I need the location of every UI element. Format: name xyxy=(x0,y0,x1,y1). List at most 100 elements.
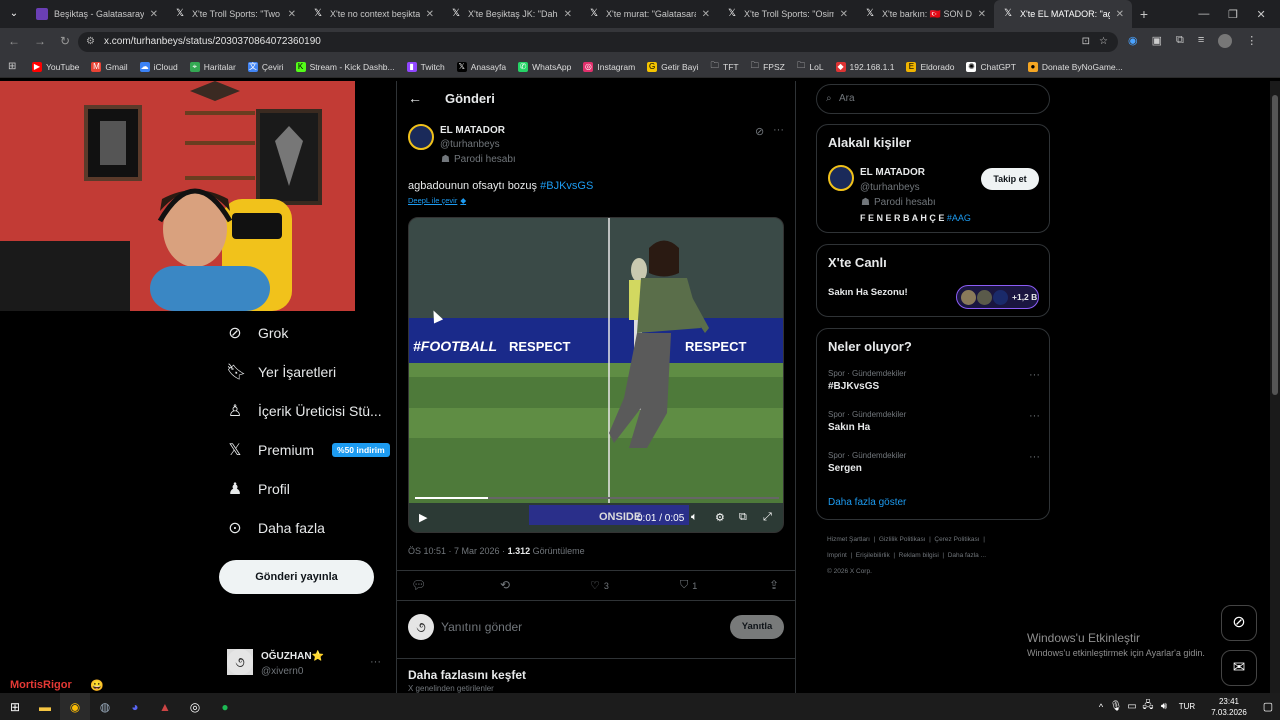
forward-icon[interactable]: → xyxy=(34,34,46,48)
nav-creator-studio[interactable]: ♙ İçerik Üreticisi Stü... xyxy=(226,401,382,421)
account-menu-icon[interactable]: ··· xyxy=(370,656,381,668)
search-input[interactable]: ⌕ Ara xyxy=(816,84,1050,114)
trend-item[interactable]: Spor · Gündemdekiler #BJKvsGS ··· xyxy=(828,369,1040,392)
post-button[interactable]: Gönderi yayınla xyxy=(219,560,374,594)
browser-tab[interactable]: 𝕏X'te Troll Sports: "Osimhe✕ xyxy=(718,0,856,28)
play-icon[interactable]: ▶ xyxy=(419,511,427,524)
maximize-icon[interactable]: ❐ xyxy=(1228,8,1238,21)
kebab-menu-icon[interactable]: ⋮ xyxy=(1246,34,1257,48)
footer-link[interactable]: Daha fazla ... xyxy=(948,552,986,559)
bookmark-folder[interactable]: 🗀 TFT xyxy=(711,60,739,74)
settings-icon[interactable]: ⚙ xyxy=(715,511,725,524)
close-tab-icon[interactable]: ✕ xyxy=(288,9,296,20)
network-icon[interactable]: 🖧 xyxy=(1140,693,1156,720)
obs-icon[interactable]: ◎ xyxy=(180,693,210,720)
close-tab-icon[interactable]: ✕ xyxy=(564,9,572,20)
grok-float-icon[interactable]: ⊘ xyxy=(1221,605,1257,641)
browser-tab[interactable]: 𝕏X'te barkın: 🇹🇷 SON DAK✕ xyxy=(856,0,994,28)
discord-icon[interactable]: ◕ xyxy=(120,693,150,720)
bookmark-item[interactable]: ☁ iCloud xyxy=(139,61,178,72)
extensions-icon[interactable]: ⧉ xyxy=(1176,34,1184,48)
browser-tab[interactable]: Beşiktaş - Galatasaray Ma✕ xyxy=(28,0,166,28)
browser-tab[interactable]: 𝕏X'te Beşiktaş JK: "Daha ne✕ xyxy=(442,0,580,28)
reply-button[interactable]: Yanıtla xyxy=(730,615,784,639)
bookmark-item[interactable]: ✺ ChatGPT xyxy=(966,61,1016,72)
close-window-icon[interactable]: ✕ xyxy=(1256,8,1265,21)
trend-menu-icon[interactable]: ··· xyxy=(1029,451,1040,463)
tray-chevron-icon[interactable]: ^ xyxy=(1094,693,1108,720)
close-tab-icon[interactable]: ✕ xyxy=(978,9,986,20)
language-indicator[interactable]: TUR xyxy=(1172,693,1202,720)
volume-tray-icon[interactable]: 🔊︎ xyxy=(1156,693,1172,720)
video-player[interactable]: #FOOTBALL RESPECT RESPECT ONSIDE ▶ 0:01 … xyxy=(408,217,784,533)
footer-link[interactable]: Çerez Politikası xyxy=(934,536,979,543)
install-icon[interactable]: ⊡ xyxy=(1082,32,1090,52)
reply-input[interactable]: Yanıtını gönder xyxy=(441,620,522,634)
related-name[interactable]: EL MATADOR xyxy=(860,167,925,178)
bookmark-item[interactable]: 文 Çeviri xyxy=(247,61,284,72)
microphone-icon[interactable]: 🎙︎ xyxy=(1108,693,1124,720)
bookmark-folder[interactable]: 🗀 LoL xyxy=(797,60,824,74)
close-tab-icon[interactable]: ✕ xyxy=(426,9,434,20)
repost-icon[interactable]: ⟲ xyxy=(500,578,510,592)
related-avatar[interactable] xyxy=(828,165,854,191)
footer-link[interactable]: Erişilebilirlik xyxy=(856,552,890,559)
author-name[interactable]: EL MATADOR xyxy=(440,125,505,136)
bookmark-item[interactable]: M Gmail xyxy=(91,61,128,72)
bookmark-item[interactable]: ▮ Twitch xyxy=(406,61,445,72)
profile-avatar[interactable] xyxy=(1218,34,1233,48)
nav-premium[interactable]: 𝕏 Premium %50 indirim xyxy=(226,440,390,460)
like-button[interactable]: ♡ 3 xyxy=(590,579,609,592)
bookmark-button[interactable]: ⛉ 1 xyxy=(680,579,697,592)
footer-link[interactable]: Hizmet Şartları xyxy=(827,536,870,543)
nav-grok[interactable]: ⊘ Grok xyxy=(226,323,288,343)
app-icon[interactable]: ▲ xyxy=(150,693,180,720)
monitor-icon[interactable]: ▭ xyxy=(1124,693,1140,720)
bookmark-item[interactable]: ◆ 192.168.1.1 xyxy=(835,61,894,72)
bookmark-item[interactable]: ▶ YouTube xyxy=(32,61,79,72)
bookmark-folder[interactable]: 🗀 FPSZ xyxy=(751,60,785,74)
close-tab-icon[interactable]: ✕ xyxy=(702,9,710,20)
nav-bookmarks[interactable]: 🔖︎ Yer İşaretleri xyxy=(226,362,336,382)
live-listeners-pill[interactable]: +1,2 B xyxy=(956,285,1039,309)
extension-icon[interactable]: ◉ xyxy=(1128,34,1138,48)
close-tab-icon[interactable]: ✕ xyxy=(840,9,848,20)
bookmark-item[interactable]: K Stream - Kick Dashb... xyxy=(295,61,395,72)
bookmark-item[interactable]: ✆ WhatsApp xyxy=(518,61,571,72)
author-handle[interactable]: @turhanbeys xyxy=(440,139,500,150)
reply-icon[interactable]: 💬︎ xyxy=(411,578,426,592)
file-explorer-icon[interactable]: ▬ xyxy=(30,693,60,720)
steam-icon[interactable]: ◍ xyxy=(90,693,120,720)
address-bar[interactable]: ⚙ x.com/turhanbeys/status/20303708640723… xyxy=(78,32,1118,52)
bookmark-star-icon[interactable]: ☆ xyxy=(1099,32,1108,52)
site-info-icon[interactable]: ⚙ xyxy=(86,32,95,52)
browser-tab[interactable]: 𝕏 X'te no context beşiktaş: ✕ xyxy=(304,0,442,28)
footer-link[interactable]: Reklam bilgisi xyxy=(899,552,939,559)
spotify-icon[interactable]: ● xyxy=(210,693,240,720)
trend-menu-icon[interactable]: ··· xyxy=(1029,410,1040,422)
page-scrollbar[interactable] xyxy=(1270,81,1280,693)
bookmark-item[interactable]: E Eldorado xyxy=(906,61,954,72)
fullscreen-icon[interactable]: ⤢ xyxy=(763,511,772,524)
trend-menu-icon[interactable]: ··· xyxy=(1029,369,1040,381)
footer-link[interactable]: Imprint xyxy=(827,552,847,559)
bookmark-item[interactable]: ⌖ Haritalar xyxy=(189,61,236,72)
post-menu-icon[interactable]: ··· xyxy=(773,124,784,136)
trend-item[interactable]: Spor · Gündemdekiler Sergen ··· xyxy=(828,451,1040,474)
taskbar-clock[interactable]: 23:41 7.03.2026 xyxy=(1202,696,1256,718)
back-arrow-icon[interactable]: ← xyxy=(408,90,422,106)
author-avatar[interactable] xyxy=(408,124,434,150)
share-icon[interactable]: ⇪ xyxy=(769,578,779,592)
scrollbar-thumb[interactable] xyxy=(1272,95,1278,395)
back-icon[interactable]: ← xyxy=(8,34,20,48)
live-space-name[interactable]: Sakın Ha Sezonu! xyxy=(828,287,908,298)
bookmark-item[interactable]: ◎ Instagram xyxy=(583,61,635,72)
nav-more[interactable]: ⊙ Daha fazla xyxy=(226,518,325,538)
bookmark-item[interactable]: 𝕏 Anasayfa xyxy=(456,61,506,72)
windows-start-icon[interactable]: ⊞ xyxy=(0,693,30,720)
minimize-icon[interactable]: — xyxy=(1198,8,1209,20)
nav-profile[interactable]: ♟ Profil xyxy=(226,479,290,499)
new-tab-icon[interactable]: + xyxy=(1132,0,1156,28)
bookmark-item[interactable]: G Getir Bayi xyxy=(647,61,699,72)
close-tab-icon[interactable]: ✕ xyxy=(150,9,158,20)
